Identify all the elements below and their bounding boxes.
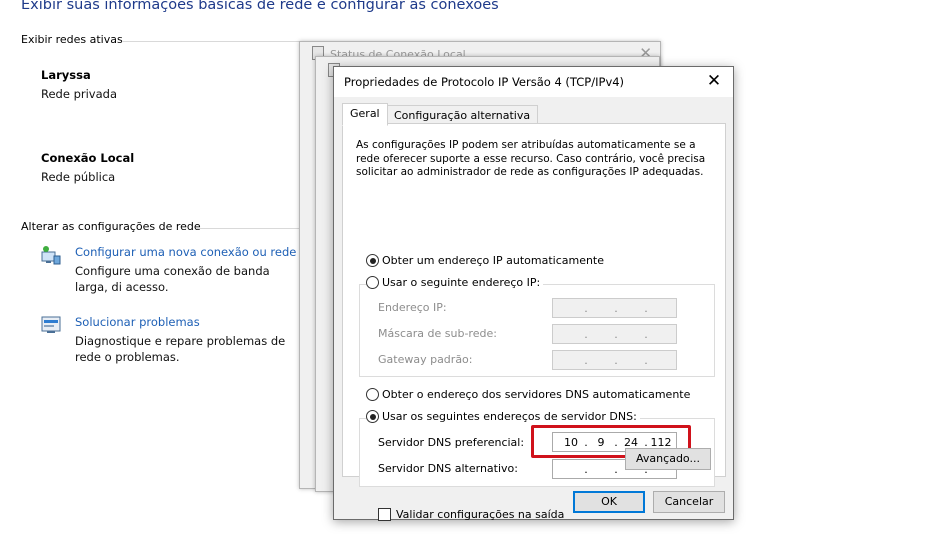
ip-address-label: Endereço IP: <box>378 301 447 314</box>
dns-octet: 9 <box>597 436 605 449</box>
dialog-title: Propriedades de Protocolo IP Versão 4 (T… <box>344 75 625 89</box>
setup-connection-link[interactable]: Configurar uma nova conexão ou rede <box>75 245 296 259</box>
ip-manual-label: Usar o seguinte endereço IP: <box>382 276 541 289</box>
section-divider <box>196 228 303 229</box>
troubleshoot-link[interactable]: Solucionar problemas <box>75 315 200 329</box>
general-panel: As configurações IP podem ser atribuídas… <box>342 123 726 521</box>
dialog-titlebar: Propriedades de Protocolo IP Versão 4 (T… <box>334 67 733 97</box>
advanced-button[interactable]: Avançado... <box>625 448 711 470</box>
dns-auto-option[interactable]: Obter o endereço dos servidores DNS auto… <box>366 388 690 401</box>
dns-manual-option[interactable]: Usar os seguintes endereços de servidor … <box>366 410 640 423</box>
network-name: Conexão Local <box>41 151 135 165</box>
dns-auto-label: Obter o endereço dos servidores DNS auto… <box>382 388 691 401</box>
info-text: As configurações IP podem ser atribuídas… <box>356 139 706 178</box>
task-description: Configure uma conexão de banda larga, di… <box>75 264 270 294</box>
page-heading: Exibir suas informações básicas de rede … <box>21 0 499 13</box>
subnet-mask-field[interactable]: ... <box>552 324 677 344</box>
dns-manual-radio[interactable] <box>366 410 379 423</box>
validate-checkbox[interactable] <box>378 508 391 521</box>
network-type: Rede pública <box>41 170 116 184</box>
dns-alternate-label: Servidor DNS alternativo: <box>378 462 518 475</box>
ok-button[interactable]: OK <box>573 491 645 513</box>
dns-preferred-label: Servidor DNS preferencial: <box>378 436 525 449</box>
ip-auto-label: Obter um endereço IP automaticamente <box>382 254 605 267</box>
gateway-label: Gateway padrão: <box>378 353 473 366</box>
ip-auto-option[interactable]: Obter um endereço IP automaticamente <box>366 254 604 267</box>
active-networks-title: Exibir redes ativas <box>21 33 123 46</box>
validate-label: Validar configurações na saída <box>396 508 565 521</box>
gateway-field[interactable]: ... <box>552 350 677 370</box>
ip-address-field[interactable]: ... <box>552 298 677 318</box>
ip-auto-radio[interactable] <box>366 254 379 267</box>
section-divider <box>123 41 303 42</box>
network-type: Rede privada <box>41 87 118 101</box>
network-name: Laryssa <box>41 68 91 82</box>
validate-option[interactable]: Validar configurações na saída <box>378 508 564 521</box>
close-icon[interactable]: ✕ <box>703 70 725 92</box>
troubleshoot-icon <box>41 316 61 333</box>
dns-octet: 10 <box>564 436 578 449</box>
dns-manual-label: Usar os seguintes endereços de servidor … <box>382 410 637 423</box>
ip-manual-radio[interactable] <box>366 276 379 289</box>
tab-general[interactable]: Geral <box>342 103 388 126</box>
ip-manual-option[interactable]: Usar o seguinte endereço IP: <box>366 276 544 289</box>
subnet-mask-label: Máscara de sub-rede: <box>378 327 497 340</box>
change-settings-title: Alterar as configurações de rede <box>21 220 201 233</box>
task-description: Diagnostique e repare problemas de rede … <box>75 334 286 364</box>
cancel-button[interactable]: Cancelar <box>653 491 725 513</box>
network-setup-icon <box>41 246 61 265</box>
dns-auto-radio[interactable] <box>366 388 379 401</box>
ipv4-properties-dialog: Propriedades de Protocolo IP Versão 4 (T… <box>333 66 734 521</box>
